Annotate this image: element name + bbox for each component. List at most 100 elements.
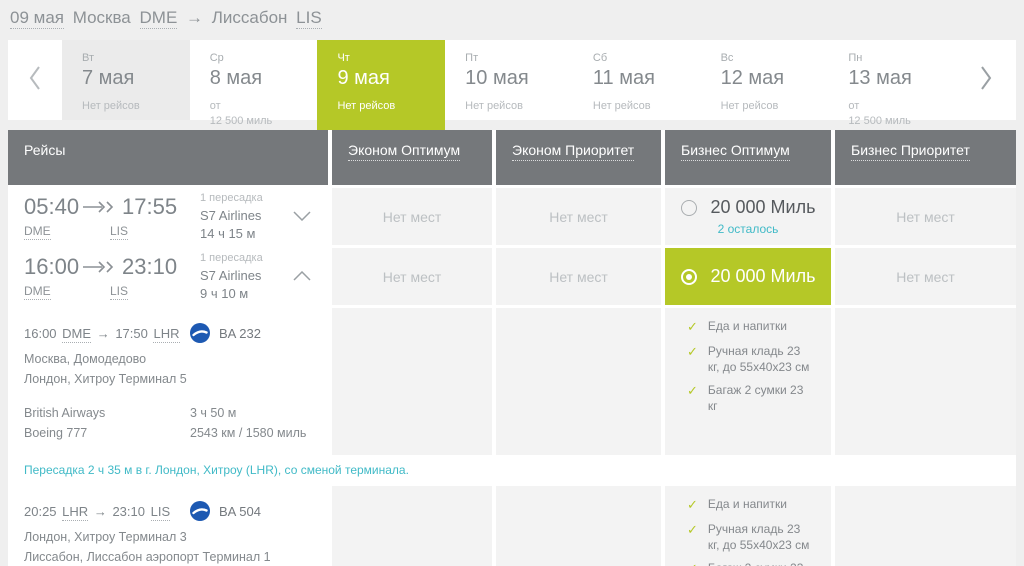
chevron-down-icon	[293, 208, 311, 226]
segment-duration: 3 ч 50 м	[190, 406, 237, 420]
check-icon: ✓	[687, 497, 698, 512]
flight-info: 05:40 17:55 DME LIS 1 пересадка S7 Airli…	[8, 188, 328, 245]
day-of-week: Чт	[337, 52, 350, 64]
empty-cell	[332, 308, 492, 455]
benefit-label: Еда и напитки	[707, 497, 787, 511]
route-summary: 09 мая Москва DME → Лиссабон LIS	[0, 0, 1024, 40]
segment-arr-code[interactable]: LIS	[150, 503, 171, 521]
benefit-label: Багаж 2 сумки 23 кг	[707, 382, 804, 414]
departure-code[interactable]: DME	[24, 283, 51, 300]
aircraft-type: Boeing 777	[24, 426, 88, 440]
benefit-label: Ручная кладь 23 кг, до 55x40x23 см	[707, 521, 810, 552]
date-note: Нет рейсов	[337, 100, 396, 112]
prev-dates-button[interactable]	[8, 40, 62, 120]
segment-dep-code[interactable]: DME	[62, 325, 92, 343]
carrier-name: British Airways	[24, 406, 106, 420]
segment-route-arrow: →	[93, 503, 107, 519]
day-of-week: Пн	[848, 52, 863, 64]
segment-2-details: 20:25 LHR → 23:10 LIS BA 504 Лондон, Хит…	[8, 486, 328, 566]
segment-1-details: 16:00 DME → 17:50 LHR BA 232 Москва, Дом…	[8, 308, 328, 455]
fare-cell-econom-priority: Нет мест	[496, 248, 661, 305]
segment-details-row: 16:00 DME → 17:50 LHR BA 232 Москва, Дом…	[8, 308, 1016, 455]
segment-distance: 2543 км / 1580 миль	[190, 426, 307, 440]
date-carousel: Вт 7 мая Нет рейсов Ср 8 мая от 12 500 м…	[8, 40, 1016, 130]
departure-time: 16:00	[24, 253, 80, 279]
fare-cell-econom-optimum: Нет мест	[332, 248, 492, 305]
flight-times: 16:00 23:10 DME LIS	[24, 254, 184, 300]
title-to-code[interactable]: LIS	[296, 8, 322, 29]
day-of-week: Ср	[209, 52, 224, 64]
fare-radio[interactable]	[680, 199, 697, 216]
flight-meta: 1 пересадка S7 Airlines 14 ч 15 м	[184, 192, 276, 241]
date-label: 7 мая	[82, 67, 135, 89]
flight-info: 16:00 23:10 DME LIS 1 пересадка S7 Airli…	[8, 248, 328, 305]
check-icon: ✓	[687, 560, 698, 566]
seats-left-note: 2 осталось	[717, 222, 779, 236]
fare-benefits: ✓ Еда и напитки ✓ Ручная кладь 23 кг, до 5…	[665, 308, 831, 455]
date-label: 9 мая	[337, 67, 390, 89]
transfer-notice: Пересадка 2 ч 35 м в г. Лондон, Хитроу (…	[8, 458, 1016, 483]
date-card-7-may[interactable]: Вт 7 мая Нет рейсов	[62, 40, 190, 120]
expand-flight-button[interactable]	[276, 208, 328, 226]
flight-number: BA 232	[219, 325, 261, 341]
segment-details-row: 20:25 LHR → 23:10 LIS BA 504 Лондон, Хит…	[8, 486, 1016, 566]
check-icon: ✓	[687, 382, 698, 398]
day-of-week: Пт	[465, 52, 479, 64]
day-of-week: Вт	[82, 52, 95, 64]
date-price: 12 500 миль	[848, 115, 911, 128]
date-card-12-may[interactable]: Вс 12 мая Нет рейсов	[701, 40, 829, 120]
arrival-code[interactable]: LIS	[110, 284, 129, 300]
table-header-row: Рейсы Эконом Оптимум Эконом Приоритет Би…	[8, 130, 1016, 185]
date-label: 12 мая	[720, 67, 785, 89]
segment-route-arrow: →	[96, 325, 110, 341]
british-airways-logo-icon	[190, 501, 210, 521]
segment-arr-time: 17:50	[115, 325, 148, 341]
check-icon: ✓	[687, 521, 698, 537]
segment-dep-code[interactable]: LHR	[62, 503, 89, 521]
collapse-flight-button[interactable]	[276, 268, 328, 286]
arrival-time: 17:55	[122, 193, 178, 219]
segment-dep-time: 16:00	[24, 325, 57, 341]
fare-benefits: ✓ Еда и напитки ✓ Ручная кладь 23 кг, до 5…	[665, 486, 831, 566]
column-header-business-optimum: Бизнес Оптимум	[665, 130, 831, 185]
fare-cell-business-optimum-selected[interactable]: 20 000 Миль	[665, 248, 831, 305]
column-header-econom-priority: Эконом Приоритет	[496, 130, 661, 185]
chevron-left-icon	[28, 65, 42, 96]
segment-arr-code[interactable]: LHR	[153, 325, 180, 343]
title-route-arrow: →	[186, 8, 204, 27]
airline-name: S7 Airlines	[200, 208, 262, 223]
route-arrow-icon	[82, 200, 116, 213]
arrival-time: 23:10	[122, 253, 178, 279]
next-dates-button[interactable]	[956, 40, 1016, 120]
title-date[interactable]: 09 мая	[10, 8, 64, 29]
title-from-city: Москва	[72, 8, 131, 27]
flight-row-expanded: 16:00 23:10 DME LIS 1 пересадка S7 Airli…	[8, 248, 1016, 305]
fare-radio-selected[interactable]	[680, 268, 697, 285]
segment-arr-time: 23:10	[112, 503, 145, 519]
flight-times: 05:40 17:55 DME LIS	[24, 194, 184, 240]
date-card-13-may[interactable]: Пн 13 мая от 12 500 миль	[828, 40, 956, 127]
title-from-code[interactable]: DME	[139, 8, 178, 29]
arrival-code[interactable]: LIS	[110, 224, 129, 240]
fare-table: Рейсы Эконом Оптимум Эконом Приоритет Би…	[8, 130, 1016, 566]
date-label: 11 мая	[592, 67, 655, 89]
fare-cell-business-priority: Нет мест	[835, 188, 1016, 245]
check-icon: ✓	[687, 319, 698, 334]
departure-code[interactable]: DME	[24, 223, 51, 240]
empty-cell	[835, 486, 1016, 566]
fare-cell-econom-priority: Нет мест	[496, 188, 661, 245]
fare-cell-business-optimum[interactable]: 20 000 Миль 2 осталось	[665, 188, 831, 245]
empty-cell	[332, 486, 492, 566]
date-note: от	[209, 100, 221, 112]
stops-label: 1 пересадка	[200, 192, 263, 204]
date-card-8-may[interactable]: Ср 8 мая от 12 500 миль	[190, 40, 318, 127]
departure-time: 05:40	[24, 193, 80, 219]
column-header-econom-optimum: Эконом Оптимум	[332, 130, 492, 185]
date-card-10-may[interactable]: Пт 10 мая Нет рейсов	[445, 40, 573, 120]
airline-name: S7 Airlines	[200, 268, 262, 283]
date-card-11-may[interactable]: Сб 11 мая Нет рейсов	[573, 40, 701, 120]
date-card-9-may-selected[interactable]: Чт 9 мая Нет рейсов	[317, 40, 446, 130]
check-icon: ✓	[687, 343, 698, 359]
stops-label: 1 пересадка	[200, 252, 263, 264]
date-price: 12 500 миль	[209, 115, 273, 128]
